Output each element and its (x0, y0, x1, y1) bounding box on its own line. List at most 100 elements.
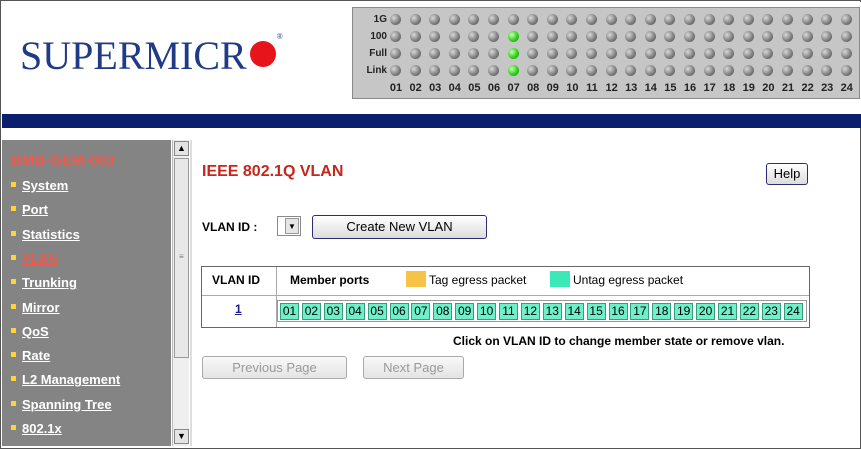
port-led-icon (703, 65, 715, 76)
member-port-cell: 21 (718, 303, 737, 320)
tag-legend-swatch (406, 271, 426, 287)
next-page-button[interactable]: Next Page (363, 356, 464, 379)
previous-page-button[interactable]: Previous Page (202, 356, 347, 379)
sidebar-item-statistics[interactable]: Statistics (11, 227, 80, 242)
port-led-icon (448, 31, 460, 42)
port-led-icon (409, 14, 421, 25)
create-vlan-button[interactable]: Create New VLAN (312, 215, 487, 239)
port-number: 23 (821, 82, 834, 94)
port-led-icon (546, 65, 558, 76)
led-row-label: Full (369, 48, 387, 59)
member-port-cell: 16 (608, 303, 628, 320)
port-number: 10 (566, 82, 579, 94)
port-led-icon (762, 65, 774, 76)
port-led-icon (507, 48, 519, 59)
sidebar-item-802-1x[interactable]: 802.1x (11, 421, 62, 436)
sidebar-item-label: Mirror (22, 299, 60, 315)
port-led-icon (468, 14, 480, 25)
member-port-cell: 04 (345, 303, 365, 320)
port-led-icon (742, 48, 754, 59)
header-bar (2, 114, 861, 128)
port-number: 04 (448, 82, 461, 94)
port-led-icon (390, 31, 401, 42)
port-number: 15 (664, 82, 677, 94)
port-led-icon (821, 31, 833, 42)
member-port-cell: 11 (499, 303, 518, 320)
port-led-icon (527, 14, 539, 25)
sidebar-item-port[interactable]: Port (11, 202, 48, 217)
sidebar-item-l2-management[interactable]: L2 Management (11, 372, 120, 387)
bullet-icon (11, 352, 16, 358)
port-number: 22 (801, 82, 814, 94)
port-led-icon (448, 48, 460, 59)
port-led-icon (566, 48, 578, 59)
sidebar-item-vlan[interactable]: VLAN (11, 251, 57, 266)
sidebar-item-rate[interactable]: Rate (11, 348, 50, 363)
sidebar-item-mirror[interactable]: Mirror (11, 300, 60, 315)
port-led-icon (703, 14, 715, 25)
member-port-cell: 14 (564, 303, 584, 320)
member-port-cell: 17 (630, 303, 650, 320)
led-row-label: 1G (373, 14, 387, 25)
port-led-icon (566, 65, 578, 76)
untag-legend-swatch (550, 271, 570, 287)
port-led-icon (605, 31, 617, 42)
port-led-icon (448, 14, 460, 25)
port-number: 13 (625, 82, 638, 94)
port-number: 12 (605, 82, 618, 94)
app-window: SUPERMICR ® 1G 100 Full Link 01 02 03 04 05 06 07 08… (0, 0, 861, 449)
help-button[interactable]: Help (766, 163, 808, 185)
sidebar-item-label: L2 Management (22, 372, 121, 388)
port-led-icon (625, 65, 637, 76)
member-port-cell: 13 (542, 303, 562, 320)
scroll-up-icon[interactable]: ▲ (174, 141, 189, 156)
scrollbar-thumb[interactable]: ≡ (174, 158, 189, 358)
member-port-cell: 24 (783, 303, 803, 320)
member-port-cell: 15 (586, 303, 606, 320)
port-led-icon (664, 14, 676, 25)
port-led-icon (801, 31, 813, 42)
grip-icon: ≡ (179, 252, 184, 261)
sidebar-item-system[interactable]: System (11, 178, 68, 193)
member-port-cell: 08 (433, 303, 453, 320)
port-led-icon (723, 31, 735, 42)
port-led-icon (586, 14, 597, 25)
port-number: 08 (527, 82, 540, 94)
sidebar-item-label: Port (22, 202, 48, 218)
port-number: 16 (683, 82, 697, 94)
port-led-icon (429, 65, 441, 76)
vlan-id-select[interactable]: ▼ (277, 216, 301, 236)
port-led-icon (527, 65, 539, 76)
port-number: 09 (546, 82, 559, 94)
port-led-icon (409, 31, 421, 42)
port-led-icon (586, 48, 597, 59)
member-port-cell: 19 (674, 303, 694, 320)
bullet-icon (11, 206, 16, 212)
led-row: Link (353, 64, 859, 78)
port-led-icon (742, 31, 754, 42)
port-led-icon (586, 65, 597, 76)
sidebar-item-trunking[interactable]: Trunking (11, 275, 77, 290)
port-number: 05 (468, 82, 481, 94)
scroll-down-icon[interactable]: ▼ (174, 429, 189, 444)
sidebar-item-qos[interactable]: QoS (11, 324, 49, 339)
sidebar-item-spanning-tree[interactable]: Spanning Tree (11, 397, 112, 412)
sidebar-item-label: System (22, 178, 69, 193)
sidebar-item-label: 802.1x (22, 421, 62, 436)
header: SUPERMICR ® 1G 100 Full Link 01 02 03 04 05 06 07 08… (2, 2, 861, 114)
port-led-icon (644, 31, 656, 42)
page-title: IEEE 802.1Q VLAN (202, 163, 344, 180)
port-led-icon (801, 65, 813, 76)
port-led-icon (684, 48, 695, 59)
sidebar-scrollbar[interactable]: ▲ ≡ ▼ (172, 140, 189, 446)
port-led-icon (429, 14, 441, 25)
port-number: 03 (429, 82, 442, 94)
logo-dot-icon (249, 41, 276, 67)
vlan-id-link[interactable]: 1 (235, 302, 242, 316)
bullet-icon (11, 230, 16, 236)
bullet-icon (11, 400, 16, 406)
port-led-icon (409, 48, 421, 59)
port-number: 06 (487, 82, 501, 94)
port-led-icon (390, 48, 401, 59)
chevron-down-icon[interactable]: ▼ (285, 218, 299, 234)
